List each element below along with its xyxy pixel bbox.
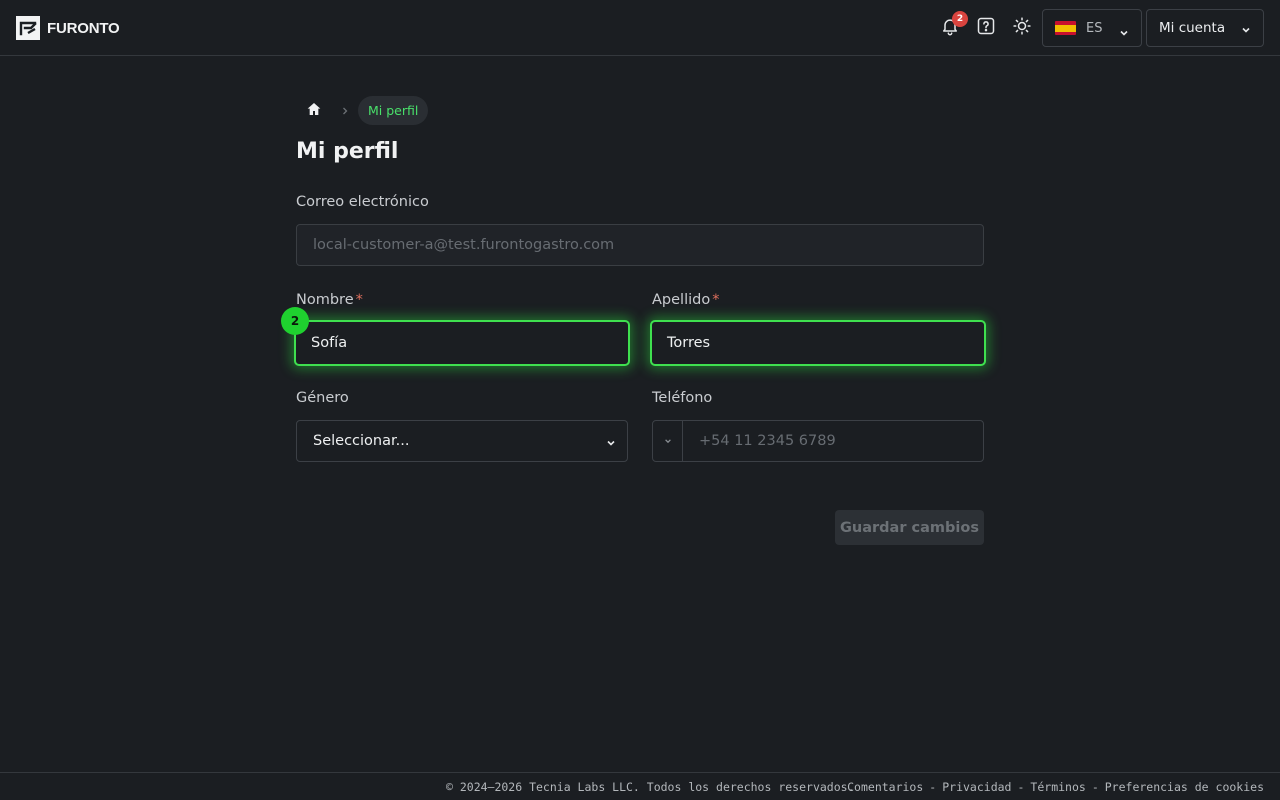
footer-links: Comentarios - Privacidad - Términos - Pr…: [847, 780, 1264, 794]
breadcrumb: Mi perfil: [296, 96, 429, 125]
footer-link-terminos[interactable]: Términos: [1030, 780, 1085, 794]
footer-separator: -: [929, 780, 937, 794]
required-mark: *: [355, 292, 363, 308]
email-label: Correo electrónico: [296, 194, 429, 210]
footer: © 2024–2026 Tecnia Labs LLC. Todos los d…: [0, 772, 1280, 800]
language-selector[interactable]: ES: [1042, 9, 1142, 47]
help-icon: [976, 16, 996, 40]
chevron-down-icon: [664, 433, 672, 449]
account-label: Mi cuenta: [1159, 20, 1226, 36]
phone-input[interactable]: +54 11 2345 6789: [683, 433, 836, 449]
notification-count-badge: 2: [952, 11, 968, 27]
first-name-value: Sofía: [311, 335, 348, 351]
brand-name: FURONTO: [47, 19, 120, 37]
chevron-down-icon: [606, 436, 616, 452]
breadcrumb-current: Mi perfil: [358, 96, 429, 125]
logo-icon: [16, 16, 40, 40]
gender-value: Seleccionar...: [313, 433, 410, 449]
last-name-label: Apellido *: [652, 292, 719, 308]
footer-separator: -: [1091, 780, 1099, 794]
home-icon: [306, 101, 322, 121]
save-button[interactable]: Guardar cambios: [835, 510, 984, 545]
chevron-right-icon: [332, 106, 358, 116]
account-menu-button[interactable]: Mi cuenta: [1146, 9, 1264, 47]
notifications-button[interactable]: 2: [936, 11, 968, 42]
top-navigation-bar: FURONTO 2 ES Mi cuenta: [0, 0, 1280, 56]
footer-link-cookies[interactable]: Preferencias de cookies: [1105, 780, 1264, 794]
footer-separator: -: [1017, 780, 1025, 794]
first-name-label: Nombre *: [296, 292, 363, 308]
sun-icon: [1012, 16, 1032, 40]
first-name-label-text: Nombre: [296, 292, 354, 308]
first-name-input[interactable]: Sofía: [294, 320, 630, 366]
gender-label: Género: [296, 390, 349, 406]
phone-field: +54 11 2345 6789: [652, 420, 984, 462]
last-name-label-text: Apellido: [652, 292, 711, 308]
chevron-down-icon: [1241, 23, 1251, 39]
email-field: local-customer-a@test.furontogastro.com: [296, 224, 984, 266]
last-name-value: Torres: [667, 335, 711, 351]
breadcrumb-home-link[interactable]: [296, 96, 332, 125]
required-mark: *: [712, 292, 720, 308]
step-badge: 2: [281, 307, 309, 335]
theme-toggle-button[interactable]: [1008, 14, 1036, 42]
last-name-input[interactable]: Torres: [650, 320, 986, 366]
footer-link-comentarios[interactable]: Comentarios: [847, 780, 923, 794]
phone-label: Teléfono: [652, 390, 713, 406]
flag-es-icon: [1055, 21, 1076, 35]
language-code: ES: [1086, 20, 1103, 36]
country-code-selector[interactable]: [653, 421, 683, 461]
page-title: Mi perfil: [296, 139, 399, 164]
chevron-down-icon: [1119, 23, 1129, 42]
brand-logo[interactable]: FURONTO: [16, 16, 120, 40]
gender-select[interactable]: Seleccionar...: [296, 420, 628, 462]
footer-link-privacidad[interactable]: Privacidad: [942, 780, 1011, 794]
copyright-text: © 2024–2026 Tecnia Labs LLC. Todos los d…: [446, 780, 855, 794]
help-button[interactable]: [972, 14, 1000, 42]
email-value: local-customer-a@test.furontogastro.com: [313, 237, 615, 253]
